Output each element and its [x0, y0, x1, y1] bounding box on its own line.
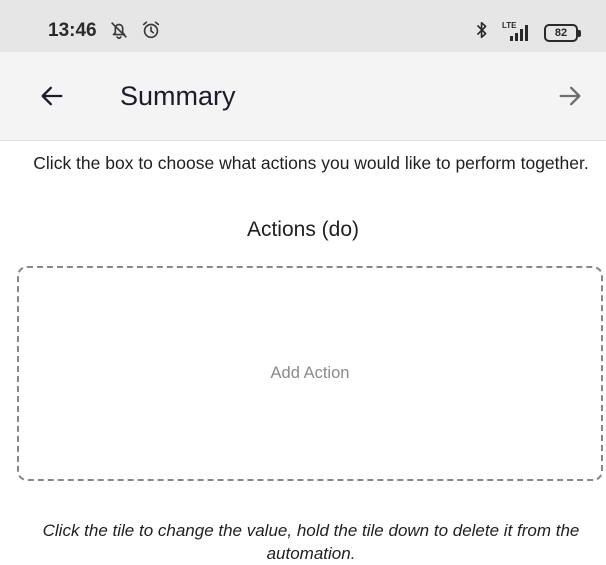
page-title: Summary — [120, 81, 236, 111]
status-bar: 13:46 LTE 82 — [0, 0, 606, 52]
notifications-off-icon — [108, 19, 130, 46]
bluetooth-icon — [474, 20, 490, 45]
next-button[interactable] — [552, 80, 588, 116]
arrow-right-icon — [556, 82, 584, 115]
arrow-left-icon — [38, 82, 66, 115]
status-left-icons — [108, 19, 162, 46]
back-button[interactable] — [34, 80, 70, 116]
add-action-box[interactable]: Add Action — [17, 266, 603, 481]
status-time: 13:46 — [48, 20, 97, 41]
add-action-label: Add Action — [270, 364, 350, 382]
battery-level: 82 — [554, 26, 568, 39]
footer-note: Click the tile to change the value, hold… — [42, 521, 580, 563]
section-title: Actions (do) — [246, 218, 360, 241]
alarm-icon — [140, 19, 162, 46]
status-right-icons: LTE 82 — [474, 20, 581, 45]
battery-icon: 82 — [544, 23, 581, 42]
lte-signal-icon: LTE — [502, 21, 532, 43]
instruction-text: Click the box to choose what actions you… — [33, 153, 589, 173]
app-bar: Summary — [0, 52, 606, 141]
